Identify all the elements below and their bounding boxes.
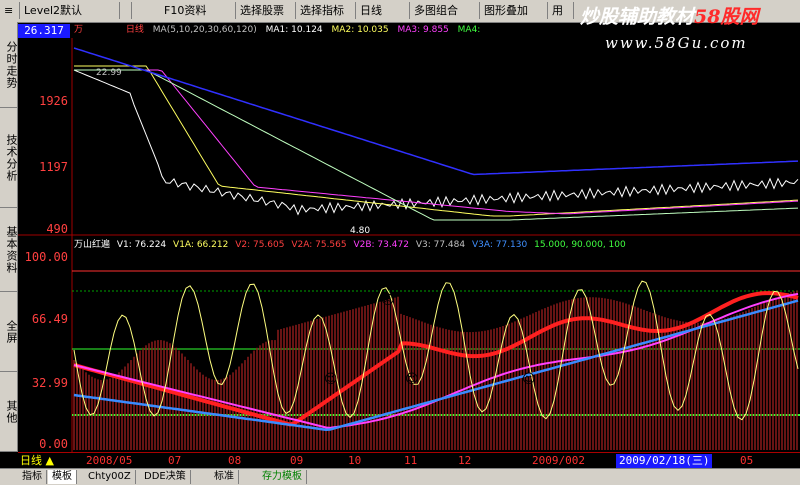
date-axis: 2008/05 07 08 09 10 11 12 2009/002 2009/… [18, 452, 800, 469]
bottom-tabs: 指标 模板 Chty00Z DDE决策 标准 存力模板 [0, 468, 800, 485]
tab-standard[interactable]: 标准 [210, 470, 239, 484]
tab-dde[interactable]: DDE决策 [140, 470, 191, 484]
selected-date: 2009/02/18(三) [616, 454, 713, 468]
ma-line-magenta [74, 69, 799, 215]
date-tick: 12 [458, 454, 472, 467]
date-tick: 05 [740, 454, 754, 467]
tab-chty00z[interactable]: Chty00Z [84, 470, 136, 484]
date-tick: 2009/002 [532, 454, 585, 467]
smile-icon-2: ☺ [405, 372, 419, 387]
date-tick: 11 [404, 454, 418, 467]
frown-icon-1: ☹ [381, 293, 395, 308]
ma-line-green [74, 69, 799, 221]
date-tick: 2008/05 [86, 454, 133, 467]
price-line [73, 69, 799, 216]
date-tick: 09 [290, 454, 304, 467]
frown-icon-2: ☹ [473, 293, 487, 308]
tab-template[interactable]: 模板 [48, 470, 77, 484]
date-tick: 07 [168, 454, 182, 467]
tab-saved-template[interactable]: 存力模板 [258, 470, 307, 484]
smile-icon-3: ☺ [522, 372, 536, 387]
date-tick: 08 [228, 454, 242, 467]
low-price-label: 4.80 [350, 226, 370, 236]
smile-icon-1: ☺ [324, 372, 338, 387]
period-indicator[interactable]: 日线 ▲ [20, 452, 54, 468]
chart-canvas[interactable]: 22.99 4.80 ☹ ☹ ☺ ☺ ☺ [0, 0, 800, 484]
tab-indicator[interactable]: 指标 [18, 470, 47, 484]
ma-line-blue [73, 47, 799, 176]
high-price-label: 22.99 [96, 68, 122, 78]
triangle-up-icon: ▲ [45, 454, 54, 467]
date-tick: 10 [348, 454, 362, 467]
